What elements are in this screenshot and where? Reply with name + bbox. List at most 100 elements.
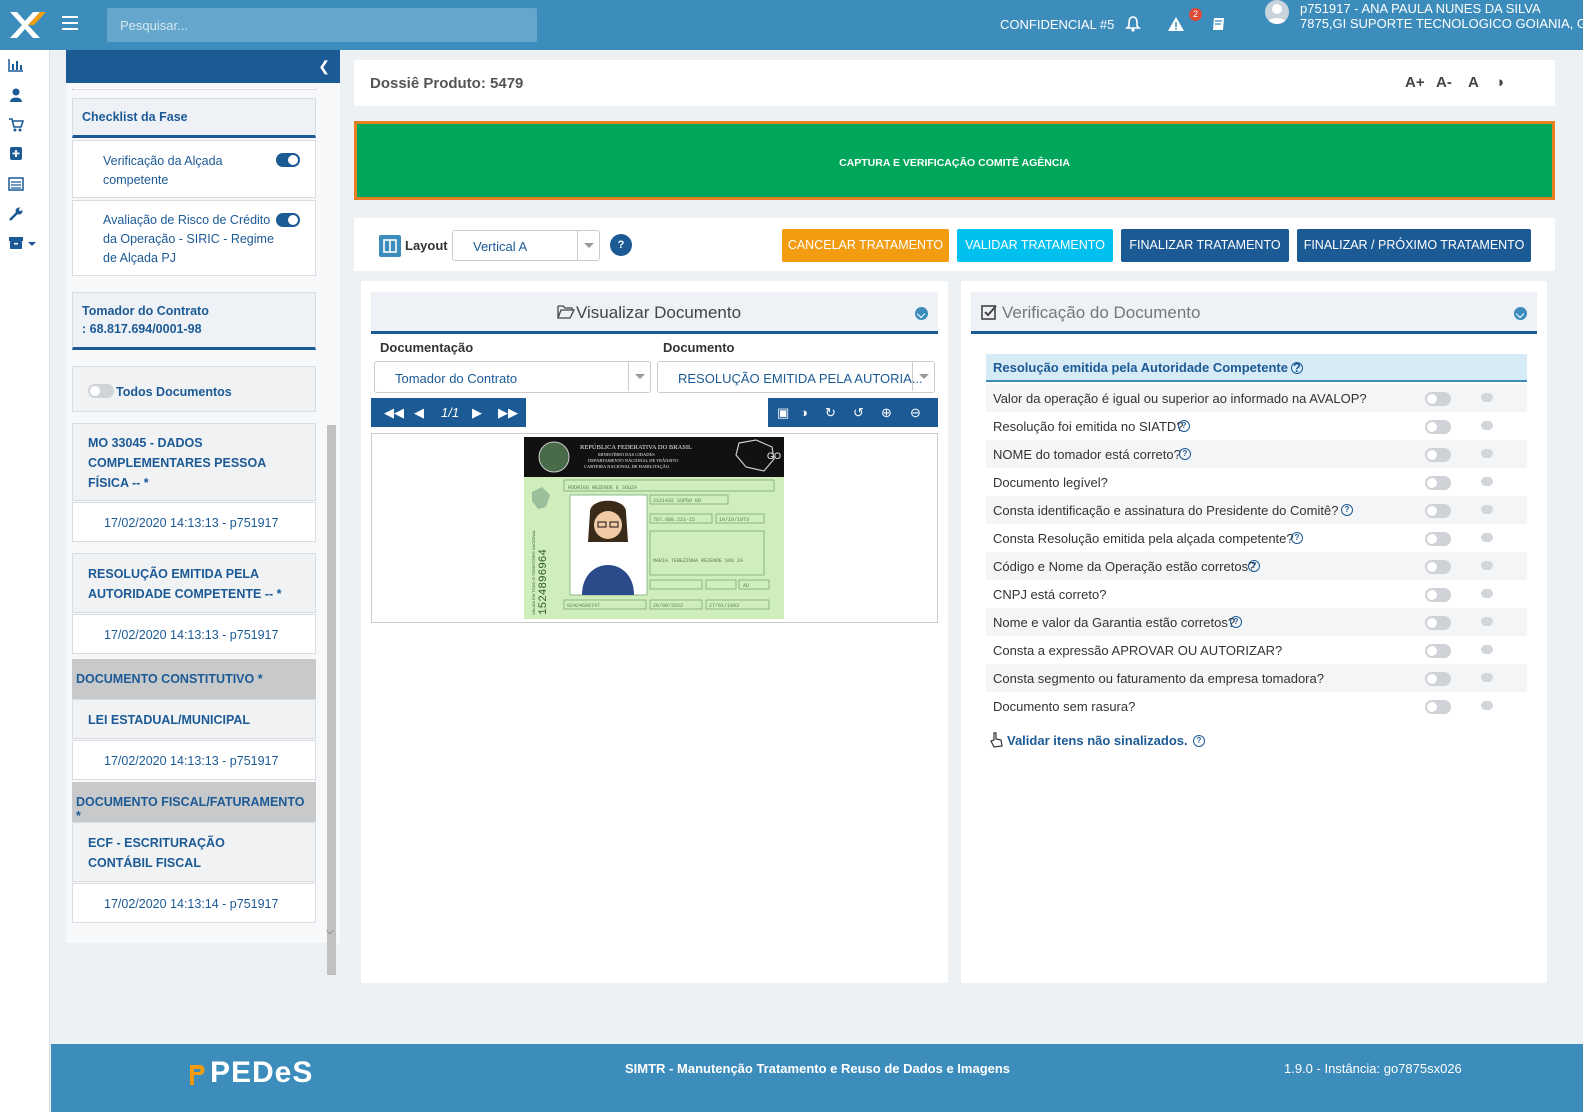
viewer-panel-header[interactable]: Visualizar Documento	[371, 292, 938, 334]
question-toggle[interactable]	[1425, 504, 1451, 518]
help-icon[interactable]: ?	[1341, 504, 1353, 516]
document-item[interactable]: RESOLUÇÃO EMITIDA PELA AUTORIDADE COMPET…	[72, 553, 316, 613]
comment-icon[interactable]	[1481, 505, 1493, 514]
question-row[interactable]: CNPJ está correto?	[986, 580, 1527, 608]
comment-icon[interactable]	[1481, 477, 1493, 486]
question-row[interactable]: Consta a expressão APROVAR OU AUTORIZAR?	[986, 636, 1527, 664]
chevron-left-icon[interactable]: ❮	[318, 58, 330, 75]
cart-icon[interactable]	[8, 118, 24, 132]
question-toggle[interactable]	[1425, 560, 1451, 574]
user-unit[interactable]: 7875,GI SUPORTE TECNOLOGICO GOIANIA, GO	[1300, 16, 1583, 31]
checklist-item[interactable]: Avaliação de Risco de Crédito da Operaçã…	[72, 200, 316, 276]
question-toggle[interactable]	[1425, 644, 1451, 658]
list-icon[interactable]	[8, 177, 24, 191]
help-icon[interactable]: ?	[1193, 735, 1205, 747]
question-toggle[interactable]	[1425, 700, 1451, 714]
verification-panel-header[interactable]: Verificação do Documento	[971, 292, 1537, 334]
cancel-treatment-button[interactable]: CANCELAR TRATAMENTO	[782, 229, 949, 262]
comment-icon[interactable]	[1481, 421, 1493, 430]
question-row[interactable]: Consta segmento ou faturamento da empres…	[986, 664, 1527, 692]
comment-icon[interactable]	[1481, 673, 1493, 682]
archive-icon[interactable]	[8, 236, 38, 250]
document-date-row[interactable]: 17/02/2020 14:13:13 - p751917	[72, 502, 316, 542]
rotate-left-icon[interactable]: ↺	[853, 405, 864, 421]
help-icon[interactable]: ?	[1248, 560, 1260, 572]
comment-icon[interactable]	[1481, 617, 1493, 626]
document-date-row[interactable]: 17/02/2020 14:13:13 - p751917	[72, 614, 316, 654]
document-item[interactable]: MO 33045 - DADOS COMPLEMENTARES PESSOA F…	[72, 423, 316, 501]
help-icon[interactable]: ?	[1291, 532, 1303, 544]
question-toggle[interactable]	[1425, 616, 1451, 630]
sidebar-scrollbar-thumb[interactable]	[327, 425, 336, 975]
comment-icon[interactable]	[1481, 589, 1493, 598]
comment-icon[interactable]	[1481, 645, 1493, 654]
help-icon[interactable]: ?	[1291, 361, 1303, 374]
comment-icon[interactable]	[1481, 701, 1493, 710]
chevron-down-icon[interactable]	[577, 231, 599, 260]
help-icon[interactable]: ?	[1178, 420, 1190, 432]
document-date-row[interactable]: 17/02/2020 14:13:14 - p751917	[72, 883, 316, 923]
user-name[interactable]: p751917 - ANA PAULA NUNES DA SILVA	[1300, 1, 1541, 16]
checklist-item[interactable]: Verificação da Alçada competente	[72, 140, 316, 198]
last-page-icon[interactable]: ▶▶	[498, 405, 518, 421]
question-toggle[interactable]	[1425, 448, 1451, 462]
user-icon[interactable]	[8, 88, 24, 102]
document-item[interactable]: LEI ESTADUAL/MUNICIPAL	[72, 699, 316, 739]
bar-chart-icon[interactable]	[8, 58, 24, 72]
font-reset-button[interactable]: A	[1468, 74, 1479, 91]
menu-toggle-icon[interactable]	[62, 16, 78, 32]
document-date-row[interactable]: 17/02/2020 14:13:13 - p751917	[72, 740, 316, 780]
help-icon[interactable]: ?	[1179, 448, 1191, 460]
zoom-out-icon[interactable]: ⊖	[910, 405, 921, 421]
chevron-down-icon[interactable]	[628, 362, 650, 391]
help-icon[interactable]: ?	[1230, 616, 1242, 628]
previous-page-icon[interactable]: ◀	[414, 405, 424, 421]
checklist-toggle[interactable]	[276, 153, 300, 167]
chevron-down-icon[interactable]	[1514, 307, 1527, 320]
question-row[interactable]: Documento sem rasura?	[986, 692, 1527, 720]
wrench-icon[interactable]	[8, 207, 24, 221]
bell-icon[interactable]	[1124, 15, 1142, 33]
finalize-treatment-button[interactable]: FINALIZAR TRATAMENTO	[1121, 229, 1289, 262]
question-row[interactable]: Consta identificação e assinatura do Pre…	[986, 496, 1527, 524]
question-row[interactable]: Resolução foi emitida no SIATD??	[986, 412, 1527, 440]
image-icon[interactable]: ▣	[777, 405, 789, 421]
question-row[interactable]: Consta Resolução emitida pela alçada com…	[986, 524, 1527, 552]
font-increase-button[interactable]: A+	[1405, 74, 1425, 91]
question-toggle[interactable]	[1425, 532, 1451, 546]
chevron-down-icon[interactable]	[915, 307, 928, 320]
question-row[interactable]: Código e Nome da Operação estão corretos…	[986, 552, 1527, 580]
scroll-down-icon[interactable]: ⌵	[326, 926, 334, 937]
zoom-in-icon[interactable]: ⊕	[881, 405, 892, 421]
chevron-down-icon[interactable]	[912, 362, 934, 391]
question-row[interactable]: Valor da operação é igual ou superior ao…	[986, 384, 1527, 412]
comment-icon[interactable]	[1481, 533, 1493, 542]
help-icon[interactable]: ?	[610, 234, 632, 256]
validate-unflagged-link[interactable]: Validar itens não sinalizados.	[1007, 733, 1188, 748]
layout-select[interactable]: Vertical A	[452, 230, 600, 261]
rotate-right-icon[interactable]: ↻	[825, 405, 836, 421]
question-toggle[interactable]	[1425, 392, 1451, 406]
user-avatar[interactable]	[1265, 0, 1289, 24]
next-page-icon[interactable]: ▶	[472, 405, 482, 421]
question-toggle[interactable]	[1425, 672, 1451, 686]
document-group-header[interactable]: DOCUMENTO FISCAL/FATURAMENTO *	[72, 782, 316, 823]
validate-treatment-button[interactable]: VALIDAR TRATAMENTO	[957, 229, 1113, 262]
question-row[interactable]: Documento legível?	[986, 468, 1527, 496]
comment-icon[interactable]	[1481, 449, 1493, 458]
question-toggle[interactable]	[1425, 588, 1451, 602]
font-decrease-button[interactable]: A-	[1436, 74, 1452, 91]
book-icon[interactable]	[1210, 15, 1228, 33]
all-documents-toggle[interactable]	[88, 384, 114, 398]
checklist-toggle[interactable]	[276, 213, 300, 227]
document-image-frame[interactable]: REPÚBLICA FEDERATIVA DO BRASIL MINISTÉRI…	[371, 433, 938, 623]
comment-icon[interactable]	[1481, 393, 1493, 402]
document-select[interactable]: RESOLUÇÃO EMITIDA PELA AUTORIA...	[657, 361, 935, 393]
plus-square-icon[interactable]	[8, 147, 24, 161]
finalize-next-button[interactable]: FINALIZAR / PRÓXIMO TRATAMENTO	[1297, 229, 1531, 262]
all-documents-toggle-row[interactable]: Todos Documentos	[72, 366, 316, 412]
first-page-icon[interactable]: ◀◀	[384, 405, 404, 421]
search-input[interactable]	[107, 8, 537, 42]
document-group-header[interactable]: DOCUMENTO CONSTITUTIVO *	[72, 659, 316, 699]
warning-icon[interactable]	[1167, 15, 1185, 33]
